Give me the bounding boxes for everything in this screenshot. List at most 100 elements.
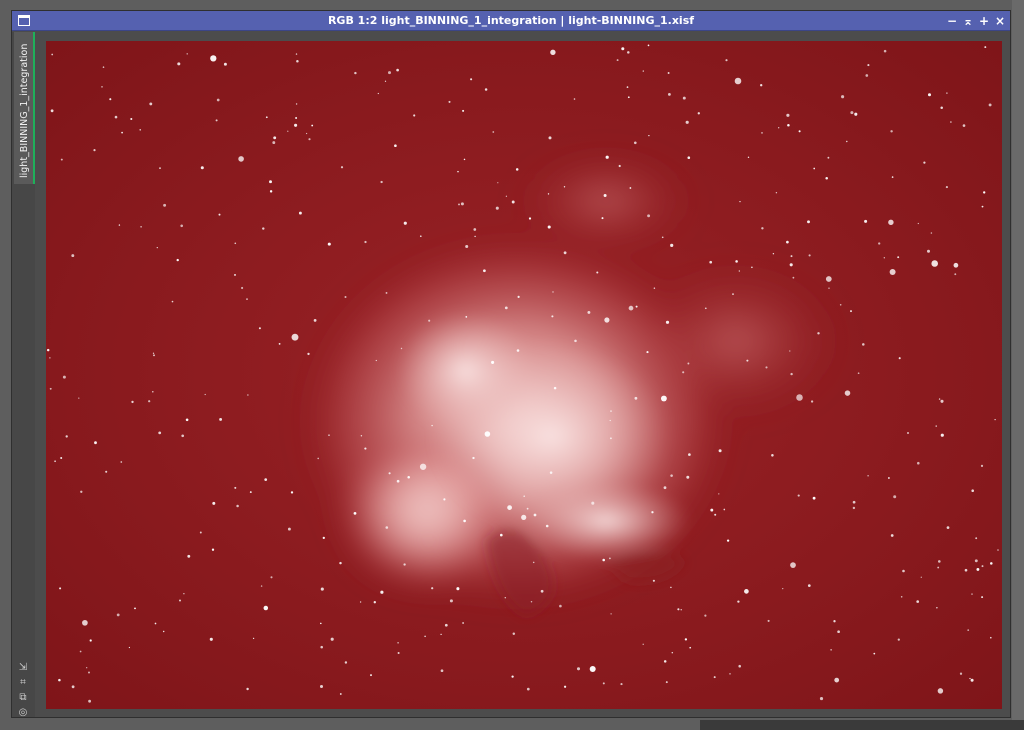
minimize-button[interactable]: − bbox=[944, 13, 960, 29]
star bbox=[808, 254, 811, 257]
star bbox=[729, 673, 731, 675]
star bbox=[474, 235, 476, 238]
star bbox=[320, 645, 323, 649]
star bbox=[183, 593, 185, 595]
maximize-button[interactable]: + bbox=[976, 13, 992, 29]
crop-icon[interactable]: ⌗ bbox=[16, 676, 30, 689]
star bbox=[778, 127, 780, 129]
star bbox=[307, 352, 310, 356]
window-titlebar[interactable]: RGB 1:2 light_BINNING_1_integration | li… bbox=[12, 11, 1010, 31]
star bbox=[364, 240, 367, 244]
arrow-icon[interactable]: ⇲ bbox=[16, 661, 30, 674]
star bbox=[339, 561, 342, 565]
star bbox=[462, 622, 465, 624]
star bbox=[204, 393, 206, 396]
star bbox=[295, 53, 298, 55]
image-canvas[interactable] bbox=[46, 41, 1002, 709]
star bbox=[295, 103, 298, 105]
star bbox=[139, 129, 141, 131]
star bbox=[517, 295, 520, 298]
star bbox=[507, 505, 512, 510]
star bbox=[609, 419, 611, 422]
star bbox=[521, 514, 527, 520]
view-tab[interactable]: light_BINNING_1_integration bbox=[14, 32, 35, 184]
star bbox=[353, 512, 357, 515]
star bbox=[528, 217, 532, 220]
star bbox=[936, 607, 938, 609]
star bbox=[684, 638, 688, 641]
star bbox=[216, 98, 220, 102]
star bbox=[734, 77, 742, 85]
star bbox=[812, 496, 816, 500]
star bbox=[185, 418, 189, 422]
target-icon[interactable]: ◎ bbox=[16, 706, 30, 719]
star bbox=[819, 697, 824, 701]
star bbox=[394, 144, 397, 148]
star bbox=[817, 332, 820, 335]
star bbox=[946, 92, 948, 94]
star bbox=[140, 225, 142, 228]
star bbox=[935, 425, 937, 427]
star bbox=[149, 102, 153, 106]
star bbox=[400, 347, 403, 350]
star bbox=[792, 276, 795, 279]
star bbox=[533, 513, 537, 517]
star bbox=[328, 434, 330, 436]
star bbox=[162, 630, 165, 633]
star bbox=[262, 227, 265, 230]
star bbox=[891, 176, 894, 178]
star bbox=[878, 242, 881, 245]
star bbox=[547, 225, 551, 229]
star bbox=[384, 80, 387, 82]
star bbox=[263, 605, 269, 611]
star bbox=[163, 203, 167, 207]
close-button[interactable]: × bbox=[992, 13, 1008, 29]
star bbox=[833, 620, 836, 623]
star bbox=[388, 71, 391, 75]
star bbox=[495, 206, 499, 210]
star bbox=[50, 109, 54, 113]
star bbox=[994, 418, 996, 421]
star bbox=[587, 310, 591, 314]
star bbox=[209, 637, 213, 641]
star bbox=[62, 375, 66, 379]
star bbox=[852, 500, 856, 504]
star bbox=[981, 596, 984, 599]
star bbox=[396, 68, 399, 72]
star bbox=[917, 222, 919, 225]
star bbox=[723, 508, 726, 511]
clone-icon[interactable]: ⧉ bbox=[16, 691, 30, 704]
star bbox=[900, 596, 903, 598]
star bbox=[704, 614, 707, 617]
star bbox=[713, 676, 716, 679]
star bbox=[511, 200, 515, 204]
star bbox=[971, 593, 973, 595]
star bbox=[938, 398, 941, 400]
star bbox=[997, 549, 999, 551]
star bbox=[967, 629, 970, 631]
star bbox=[971, 489, 974, 492]
star bbox=[767, 619, 770, 622]
star bbox=[504, 596, 507, 599]
star bbox=[718, 493, 720, 495]
star bbox=[121, 131, 123, 134]
star bbox=[990, 636, 992, 639]
star bbox=[298, 211, 302, 215]
star bbox=[825, 276, 832, 282]
star bbox=[797, 494, 800, 497]
star bbox=[515, 168, 519, 171]
star bbox=[647, 214, 651, 218]
star bbox=[864, 219, 868, 223]
star bbox=[761, 132, 763, 134]
star bbox=[152, 352, 155, 354]
image-window[interactable]: RGB 1:2 light_BINNING_1_integration | li… bbox=[11, 10, 1011, 718]
star bbox=[128, 646, 131, 649]
shade-button[interactable]: ⌅ bbox=[960, 13, 976, 29]
star bbox=[852, 506, 856, 510]
star bbox=[671, 651, 674, 654]
star bbox=[200, 166, 204, 170]
star bbox=[449, 599, 453, 603]
star bbox=[686, 475, 690, 479]
star bbox=[663, 660, 667, 663]
star bbox=[397, 641, 399, 644]
